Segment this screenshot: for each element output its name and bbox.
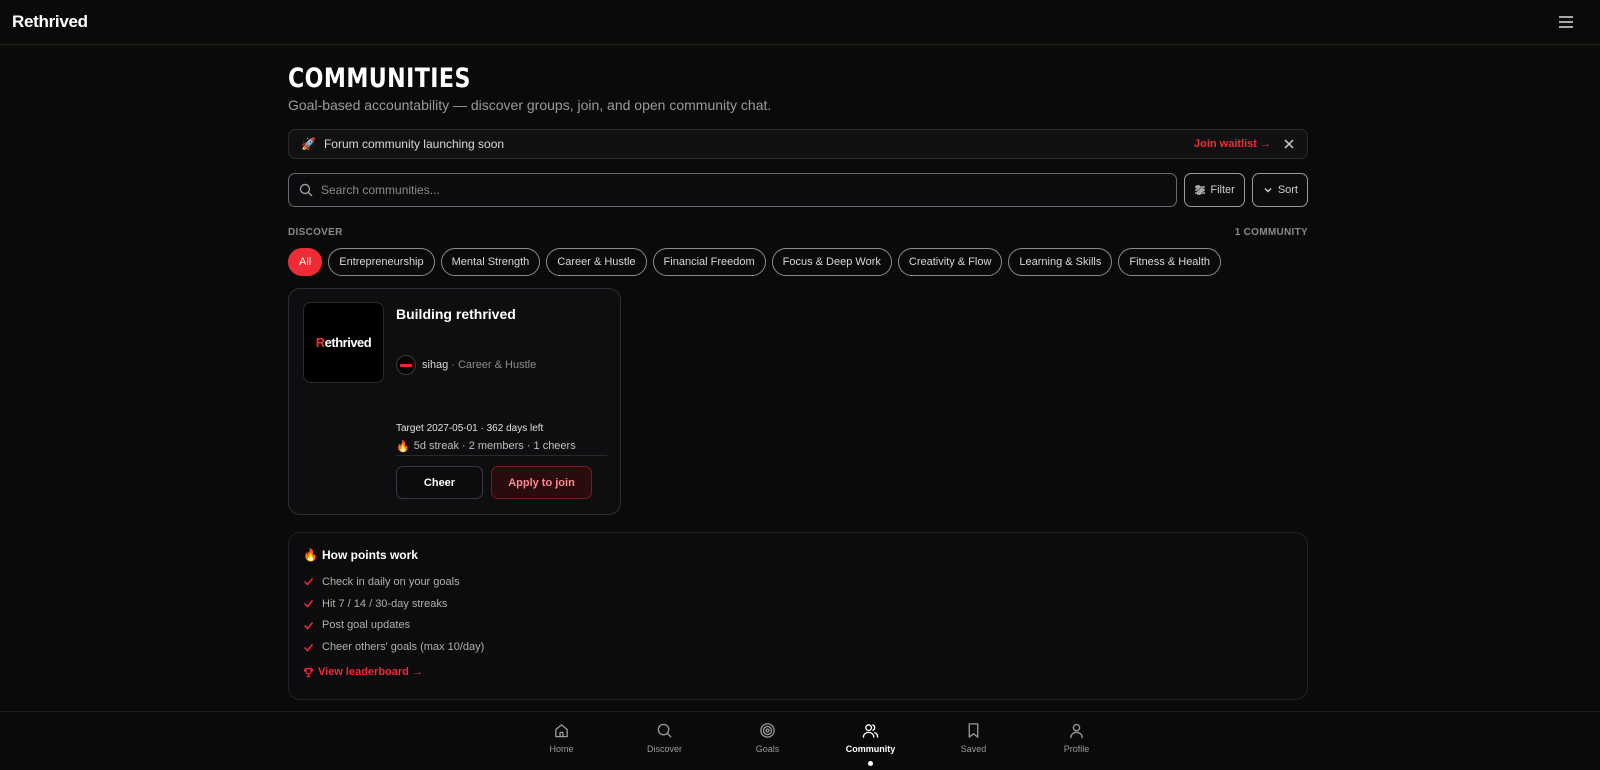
nav-label: Goals xyxy=(755,744,780,754)
rocket-icon: 🚀 xyxy=(301,137,316,151)
search-icon xyxy=(299,183,313,197)
chip-learning-skills[interactable]: Learning & Skills xyxy=(1008,248,1113,276)
page-subtitle: Goal-based accountability — discover gro… xyxy=(288,97,772,113)
list-item-text: Post goal updates xyxy=(322,619,411,632)
chip-mental-strength[interactable]: Mental Strength xyxy=(440,248,541,276)
points-list: Check in daily on your goals Hit 7 / 14 … xyxy=(303,571,1293,658)
chip-creativity-flow[interactable]: Creativity & Flow xyxy=(897,248,1003,276)
logo-wordmark: Rethrived xyxy=(315,335,372,350)
discover-header: DISCOVER 1 COMMUNITY xyxy=(288,227,1308,240)
chip-fitness-health[interactable]: Fitness & Health xyxy=(1118,248,1222,276)
check-icon xyxy=(303,622,314,630)
owner-separator: · xyxy=(451,359,455,371)
page-title: COMMUNITIES xyxy=(288,63,471,94)
cheer-button[interactable]: Cheer xyxy=(396,466,483,499)
search-box[interactable] xyxy=(288,173,1178,207)
list-item-text: Cheer others' goals (max 10/day) xyxy=(322,641,485,654)
active-indicator xyxy=(868,761,873,766)
community-logo: Rethrived xyxy=(303,302,384,383)
main-content: COMMUNITIES Goal-based accountability — … xyxy=(288,62,1308,700)
close-icon[interactable] xyxy=(1283,138,1295,150)
community-count: 1 COMMUNITY xyxy=(1234,227,1308,238)
nav-label: Discover xyxy=(646,744,682,754)
sliders-icon xyxy=(1195,185,1206,195)
community-target: Target 2027-05-01 · 362 days left xyxy=(396,423,544,434)
nav-label: Home xyxy=(549,744,574,754)
points-title: 🔥 How points work xyxy=(303,548,1293,562)
join-waitlist-link[interactable]: Join waitlist → xyxy=(1194,138,1271,150)
category-chips: All Entrepreneurship Mental Strength Car… xyxy=(288,248,1308,276)
points-title-text: How points work xyxy=(321,548,418,562)
home-icon xyxy=(555,724,568,738)
chip-entrepreneurship[interactable]: Entrepreneurship xyxy=(328,248,435,276)
chip-career-hustle[interactable]: Career & Hustle xyxy=(546,248,647,276)
list-item: Cheer others' goals (max 10/day) xyxy=(303,636,1293,658)
target-icon xyxy=(760,723,775,738)
list-item: Post goal updates xyxy=(303,615,1293,637)
fire-icon: 🔥 xyxy=(303,548,318,562)
card-divider xyxy=(396,455,607,456)
nav-label: Community xyxy=(845,744,896,754)
bottom-nav: Home Discover Goals Community Saved Prof… xyxy=(0,711,1600,769)
nav-discover[interactable]: Discover xyxy=(613,712,716,770)
community-title[interactable]: Building rethrived xyxy=(396,306,516,322)
points-panel: 🔥 How points work Check in daily on your… xyxy=(288,532,1308,700)
top-bar: Rethrived xyxy=(0,0,1600,45)
community-stats: 🔥 5d streak · 2 members · 1 cheers xyxy=(396,440,576,453)
users-icon xyxy=(862,724,879,738)
view-leaderboard-link[interactable]: View leaderboard → xyxy=(303,666,1293,678)
list-item: Check in daily on your goals xyxy=(303,571,1293,593)
nav-label: Profile xyxy=(1063,744,1090,754)
search-icon xyxy=(657,723,672,738)
community-category: Career & Hustle xyxy=(457,359,537,371)
nav-home[interactable]: Home xyxy=(510,712,613,770)
search-input[interactable] xyxy=(321,183,1167,197)
list-item: Hit 7 / 14 / 30-day streaks xyxy=(303,593,1293,615)
discover-label: DISCOVER xyxy=(288,227,343,238)
chevron-down-icon xyxy=(1264,188,1272,193)
forum-banner: 🚀 Forum community launching soon Join wa… xyxy=(288,129,1308,159)
bookmark-icon xyxy=(968,723,979,738)
brand-logo[interactable]: Rethrived xyxy=(12,12,88,32)
sort-label: Sort xyxy=(1277,184,1298,196)
filter-label: Filter xyxy=(1210,184,1235,196)
sort-button[interactable]: Sort xyxy=(1251,173,1308,207)
community-card[interactable]: Rethrived Building rethrived sihag · Car… xyxy=(288,288,621,515)
nav-saved[interactable]: Saved xyxy=(922,712,1025,770)
list-item-text: Hit 7 / 14 / 30-day streaks xyxy=(322,597,448,610)
nav-goals[interactable]: Goals xyxy=(716,712,819,770)
user-icon xyxy=(1070,723,1083,739)
check-icon xyxy=(303,578,314,587)
check-icon xyxy=(303,643,314,652)
chip-focus-deep-work[interactable]: Focus & Deep Work xyxy=(771,248,892,276)
fire-icon: 🔥 xyxy=(396,441,410,453)
owner-name[interactable]: sihag xyxy=(422,359,448,371)
trophy-icon xyxy=(303,667,314,677)
leaderboard-label: View leaderboard → xyxy=(318,666,423,679)
filter-button[interactable]: Filter xyxy=(1184,173,1245,207)
nav-community[interactable]: Community xyxy=(819,712,922,770)
list-item-text: Check in daily on your goals xyxy=(322,575,460,588)
check-icon xyxy=(303,600,314,608)
apply-to-join-button[interactable]: Apply to join xyxy=(491,466,592,499)
avatar[interactable] xyxy=(396,355,416,375)
banner-text: Forum community launching soon xyxy=(323,137,505,151)
nav-label: Saved xyxy=(960,744,987,754)
community-owner: sihag · Career & Hustle xyxy=(396,355,536,375)
search-row: Filter Sort xyxy=(288,173,1308,207)
chip-financial-freedom[interactable]: Financial Freedom xyxy=(652,248,766,276)
nav-profile[interactable]: Profile xyxy=(1025,712,1128,770)
menu-icon[interactable] xyxy=(1556,12,1576,32)
chip-all[interactable]: All xyxy=(288,248,323,276)
stats-text: 5d streak · 2 members · 1 cheers xyxy=(413,440,576,452)
